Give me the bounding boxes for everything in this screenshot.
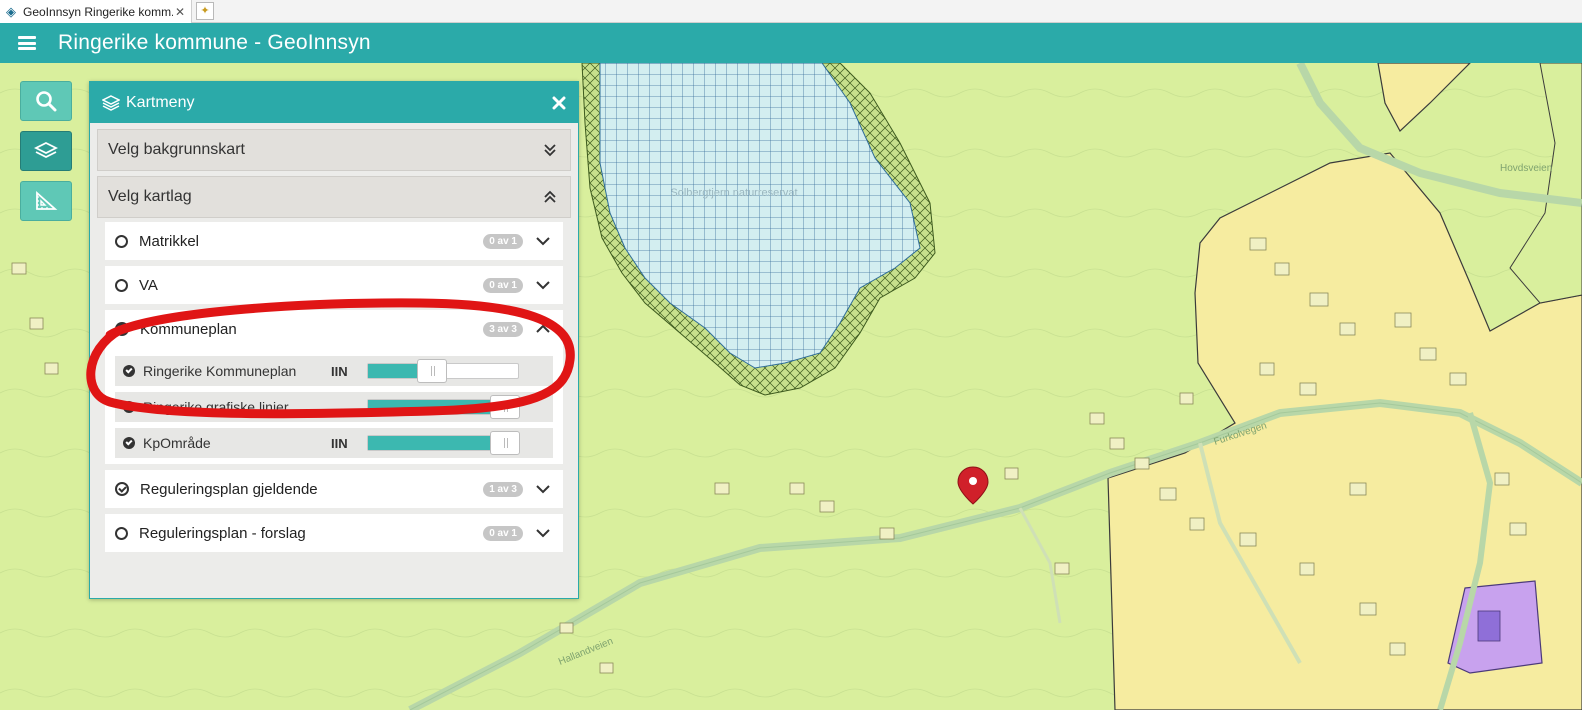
layer-row-reguleringsplan-forslag[interactable]: Reguleringsplan - forslag 0 av 1 (105, 514, 563, 552)
check-filled-icon[interactable] (123, 401, 135, 413)
geoinnsyn-favicon-icon: ◈ (6, 3, 16, 19)
layer-row-va[interactable]: VA 0 av 1 (105, 266, 563, 304)
check-outline-icon[interactable] (115, 482, 129, 496)
app-title: Ringerike kommune - GeoInnsyn (58, 31, 371, 54)
kommuneplan-sublayers: Ringerike Kommuneplan IIN Ringerike graf… (105, 348, 563, 464)
check-filled-icon[interactable] (115, 322, 129, 336)
layer-row-matrikkel[interactable]: Matrikkel 0 av 1 (105, 222, 563, 260)
close-icon[interactable] (552, 96, 566, 110)
chevron-down-icon[interactable] (533, 275, 553, 295)
browser-tab-title: GeoInnsyn Ringerike komm... (23, 4, 173, 19)
chevron-down-icon[interactable] (533, 479, 553, 499)
layer-label: Matrikkel (139, 232, 200, 250)
section-map-layers[interactable]: Velg kartlag (97, 176, 571, 218)
sublayer-row-ringerike-kommuneplan[interactable]: Ringerike Kommuneplan IIN (115, 356, 553, 386)
panel-header: Kartmeny (90, 82, 578, 123)
map-menu-panel: Kartmeny Velg bakgrunnskart Velg kartlag… (89, 81, 579, 599)
layer-label: VA (139, 276, 158, 294)
section-label: Velg bakgrunnskart (108, 141, 245, 158)
legend-library-icon[interactable]: IIN (331, 364, 367, 379)
panel-body: Velg bakgrunnskart Velg kartlag Matrikke… (90, 123, 578, 598)
radio-empty-icon[interactable] (115, 278, 128, 292)
sublayer-label: Ringerike Kommuneplan (143, 363, 297, 379)
opacity-slider-thumb[interactable] (490, 395, 520, 419)
layer-label: Kommuneplan (140, 320, 237, 338)
layers-icon (102, 94, 120, 111)
opacity-slider-fill (368, 400, 505, 414)
check-filled-icon[interactable] (123, 437, 135, 449)
layer-list: Matrikkel 0 av 1 VA 0 av 1 Kommuneplan 3… (97, 218, 571, 552)
layers-button[interactable] (20, 131, 72, 171)
browser-tab[interactable]: ◈ GeoInnsyn Ringerike komm... ✕ (0, 0, 192, 23)
tab-close-icon[interactable]: ✕ (173, 5, 187, 19)
chevron-up-icon[interactable] (533, 319, 553, 339)
opacity-slider[interactable] (367, 359, 519, 383)
layer-count-badge: 1 av 3 (483, 481, 523, 497)
panel-title: Kartmeny (126, 93, 195, 111)
chevron-down-icon[interactable] (533, 523, 553, 543)
layer-label: Reguleringsplan - forslag (139, 524, 306, 542)
opacity-slider-thumb[interactable] (416, 359, 447, 383)
radio-empty-icon[interactable] (115, 526, 128, 540)
double-chevron-up-icon (540, 187, 560, 207)
check-filled-icon[interactable] (123, 365, 135, 377)
hamburger-menu-icon[interactable] (18, 36, 36, 50)
search-button[interactable] (20, 81, 72, 121)
legend-library-icon[interactable]: IIN (331, 436, 367, 451)
new-tab-icon[interactable]: ✦ (196, 2, 214, 20)
section-label: Velg kartlag (108, 188, 192, 205)
layer-label: Reguleringsplan gjeldende (140, 480, 318, 498)
layer-row-reguleringsplan-gjeldende[interactable]: Reguleringsplan gjeldende 1 av 3 (105, 470, 563, 508)
layer-row-kommuneplan[interactable]: Kommuneplan 3 av 3 (105, 310, 563, 348)
opacity-slider-thumb[interactable] (490, 431, 520, 455)
layers-icon (34, 141, 58, 159)
layer-count-badge: 3 av 3 (483, 321, 523, 337)
ruler-triangle-icon (36, 190, 58, 210)
layer-count-badge: 0 av 1 (483, 233, 523, 249)
layer-count-badge: 0 av 1 (483, 277, 523, 293)
chevron-down-icon[interactable] (533, 231, 553, 251)
opacity-slider[interactable] (367, 431, 520, 455)
sublayer-row-kpomrade[interactable]: KpOmråde IIN (115, 428, 553, 458)
search-icon (36, 91, 57, 112)
sublayer-label: KpOmråde (143, 435, 211, 451)
sublayer-label: Ringerike grafiske linjer (143, 399, 289, 415)
reserve-label: Solbergtjern naturreservat (670, 187, 797, 199)
opacity-slider-fill (368, 436, 505, 450)
layer-count-badge: 0 av 1 (483, 525, 523, 541)
road-label-hovdsveien: Hovdsveien (1500, 163, 1552, 174)
measure-button[interactable] (20, 181, 72, 221)
opacity-slider[interactable] (367, 395, 520, 419)
sublayer-row-ringerike-grafiske-linjer[interactable]: Ringerike grafiske linjer (115, 392, 553, 422)
radio-empty-icon[interactable] (115, 234, 128, 248)
app-header: Ringerike kommune - GeoInnsyn (0, 23, 1582, 63)
double-chevron-down-icon (540, 140, 560, 160)
browser-tab-strip: ◈ GeoInnsyn Ringerike komm... ✕ ✦ (0, 0, 1582, 23)
section-background-map[interactable]: Velg bakgrunnskart (97, 129, 571, 171)
